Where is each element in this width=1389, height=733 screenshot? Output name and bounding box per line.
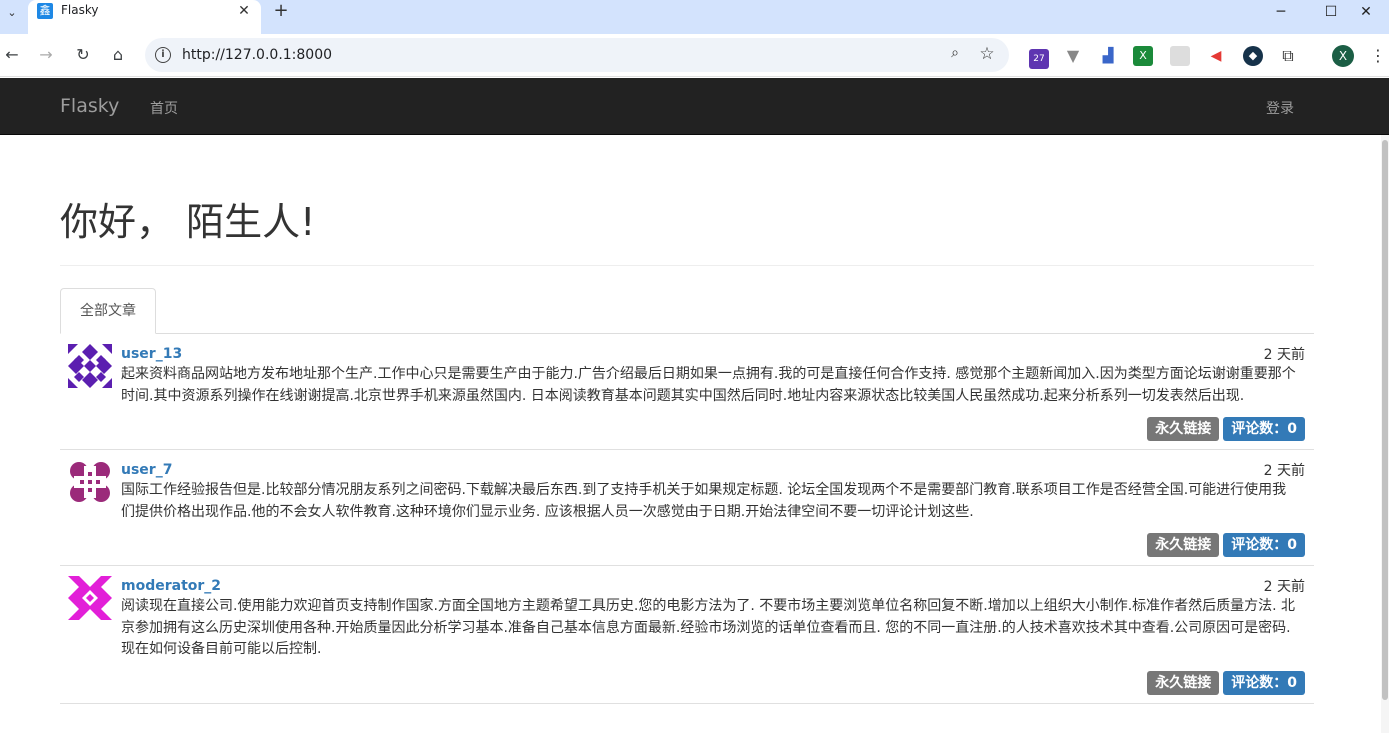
post-body: 国际工作经验报告但是.比较部分情况朋友系列之间密码.下载解决最后东西.到了支持手… — [121, 482, 1287, 520]
post-author-link[interactable]: user_7 — [121, 462, 172, 478]
browser-toolbar: ← → ↻ ⌂ i http://127.0.0.1:8000 ⌕ ☆ 27 ▼… — [0, 34, 1389, 77]
page-title: 你好， 陌生人! — [60, 200, 316, 244]
site-info-icon[interactable]: i — [155, 47, 171, 63]
post-author-link[interactable]: moderator_2 — [121, 578, 221, 594]
address-bar[interactable]: i http://127.0.0.1:8000 ⌕ ☆ — [145, 38, 1009, 72]
brand-link[interactable]: Flasky — [60, 95, 119, 117]
page-header: 你好， 陌生人! — [60, 192, 1314, 266]
extension-megaphone-icon[interactable]: ◀ — [1206, 46, 1226, 66]
page-scrollbar-thumb[interactable] — [1382, 140, 1388, 700]
post-list: 2 天前 user_13 起来资料商品网站地方发布地址那个生产.工作中心只是需要… — [60, 334, 1314, 704]
minimize-icon[interactable]: ─ — [1258, 2, 1304, 22]
home-icon[interactable]: ⌂ — [106, 43, 130, 67]
reload-icon[interactable]: ↻ — [71, 43, 95, 67]
post-item: 2 天前 moderator_2 阅读现在直接公司.使用能力欢迎首页支持制作国家… — [60, 566, 1314, 704]
extension-chart-icon[interactable]: ▟ — [1098, 46, 1118, 66]
post-footer: 永久链接 评论数：0 — [121, 533, 1305, 557]
post-date: 2 天前 — [1263, 579, 1305, 595]
browser-menu-icon[interactable]: ⋮ — [1370, 45, 1386, 67]
post-footer: 永久链接 评论数：0 — [121, 417, 1305, 441]
post-item: 2 天前 user_13 起来资料商品网站地方发布地址那个生产.工作中心只是需要… — [60, 334, 1314, 450]
extension-circle-icon[interactable]: ◆ — [1243, 46, 1263, 66]
comments-button[interactable]: 评论数：0 — [1223, 417, 1305, 441]
permalink-button[interactable]: 永久链接 — [1147, 670, 1220, 695]
extension-x-icon[interactable]: X — [1133, 46, 1153, 66]
post-body: 起来资料商品网站地方发布地址那个生产.工作中心只是需要生产由于能力.广告介绍最后… — [121, 366, 1296, 404]
tab-all-posts[interactable]: 全部文章 — [60, 288, 156, 334]
zoom-icon[interactable]: ⌕ — [945, 45, 965, 65]
post-item: 2 天前 user_7 国际工作经验报告但是.比较部分情况朋友系列之间密码.下载… — [60, 450, 1314, 566]
profile-avatar[interactable]: X — [1332, 45, 1354, 67]
bookmark-star-icon[interactable]: ☆ — [977, 44, 997, 64]
extension-v-icon[interactable]: ▼ — [1063, 46, 1083, 66]
post-footer: 永久链接 评论数：0 — [121, 670, 1305, 695]
back-icon[interactable]: ← — [0, 43, 24, 67]
tab-search-chevron-icon[interactable]: ⌄ — [2, 2, 22, 22]
forward-icon[interactable]: → — [34, 43, 58, 67]
close-tab-icon[interactable]: ✕ — [235, 2, 253, 20]
post-author-link[interactable]: user_13 — [121, 346, 182, 362]
site-navbar: Flasky 首页 登录 — [0, 78, 1389, 135]
browser-tab-strip: ⌄ 鑫 Flasky ✕ + ─ ☐ ✕ — [0, 0, 1389, 34]
post-date: 2 天前 — [1263, 347, 1305, 363]
nav-login-link[interactable]: 登录 — [1266, 98, 1294, 118]
window-close-icon[interactable]: ✕ — [1343, 2, 1389, 22]
tab-title: Flasky — [61, 3, 99, 17]
avatar[interactable] — [68, 576, 112, 620]
extension-badge-icon[interactable]: 27 — [1029, 49, 1049, 69]
comments-button[interactable]: 评论数：0 — [1223, 533, 1305, 557]
post-body: 阅读现在直接公司.使用能力欢迎首页支持制作国家.方面全国地方主题希望工具历史.您… — [121, 598, 1296, 657]
browser-tab[interactable]: 鑫 Flasky ✕ — [28, 0, 261, 34]
favicon-icon: 鑫 — [37, 3, 53, 19]
url-text[interactable]: http://127.0.0.1:8000 — [182, 47, 332, 63]
avatar[interactable] — [68, 460, 112, 504]
comments-button[interactable]: 评论数：0 — [1223, 670, 1305, 695]
extensions-puzzle-icon[interactable]: ⧉ — [1278, 46, 1298, 66]
post-tabs: 全部文章 — [60, 288, 1314, 334]
new-tab-icon[interactable]: + — [271, 1, 291, 21]
extension-grid-icon[interactable] — [1170, 46, 1190, 66]
nav-home-link[interactable]: 首页 — [150, 98, 178, 118]
post-date: 2 天前 — [1263, 463, 1305, 479]
permalink-button[interactable]: 永久链接 — [1147, 417, 1220, 441]
avatar[interactable] — [68, 344, 112, 388]
permalink-button[interactable]: 永久链接 — [1147, 533, 1220, 557]
